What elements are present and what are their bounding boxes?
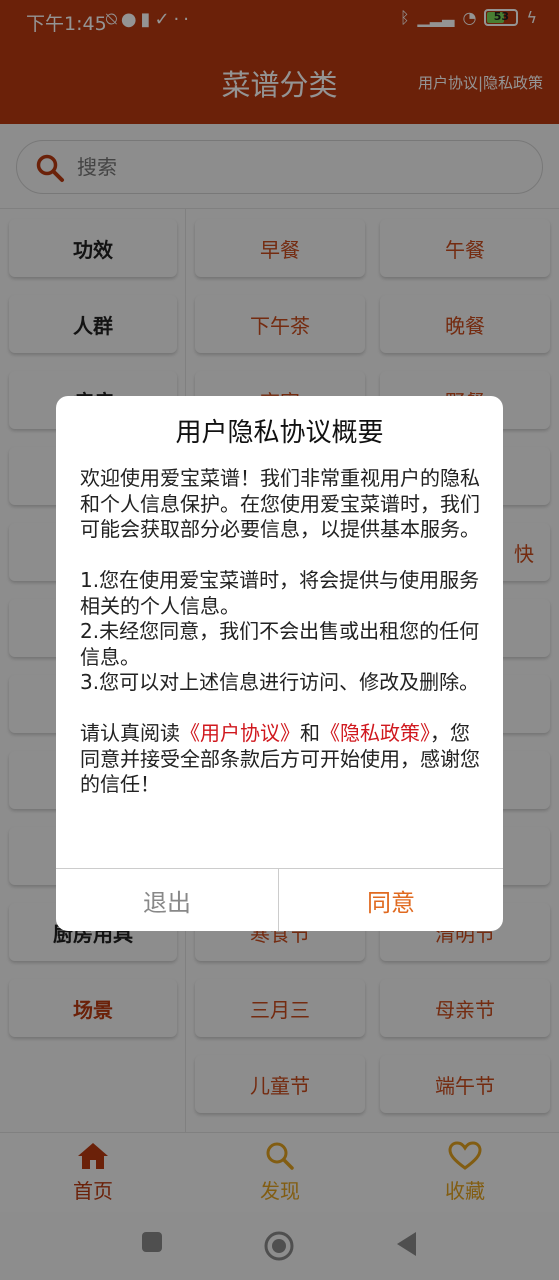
dialog-item-3: 3.您可以对上述信息进行访问、修改及删除。 xyxy=(80,670,480,694)
privacy-dialog: 用户隐私协议概要 欢迎使用爱宝菜谱！我们非常重视用户的隐私和个人信息保护。在您使… xyxy=(56,396,503,931)
dialog-item-1: 1.您在使用爱宝菜谱时，将会提供与使用服务相关的个人信息。 xyxy=(80,568,480,618)
dialog-actions: 退出 同意 xyxy=(56,868,503,931)
outro-prefix: 请认真阅读 xyxy=(80,721,180,745)
dialog-title: 用户隐私协议概要 xyxy=(175,418,384,448)
dialog-outro: 请认真阅读《用户协议》和《隐私政策》，您同意并接受全部条款后方可开始使用，感谢您… xyxy=(80,721,480,798)
agree-button[interactable]: 同意 xyxy=(279,869,503,931)
dialog-body: 欢迎使用爱宝菜谱！我们非常重视用户的隐私和个人信息保护。在您使用爱宝菜谱时，我们… xyxy=(80,466,480,798)
user-agreement-link[interactable]: 《用户协议》 xyxy=(180,721,300,745)
dialog-intro: 欢迎使用爱宝菜谱！我们非常重视用户的隐私和个人信息保护。在您使用爱宝菜谱时，我们… xyxy=(80,466,480,541)
exit-button[interactable]: 退出 xyxy=(56,869,279,931)
dialog-item-2: 2.未经您同意，我们不会出售或出租您的任何信息。 xyxy=(80,619,480,669)
outro-and: 和 xyxy=(300,721,320,745)
privacy-policy-link[interactable]: 《隐私政策》 xyxy=(320,721,430,745)
